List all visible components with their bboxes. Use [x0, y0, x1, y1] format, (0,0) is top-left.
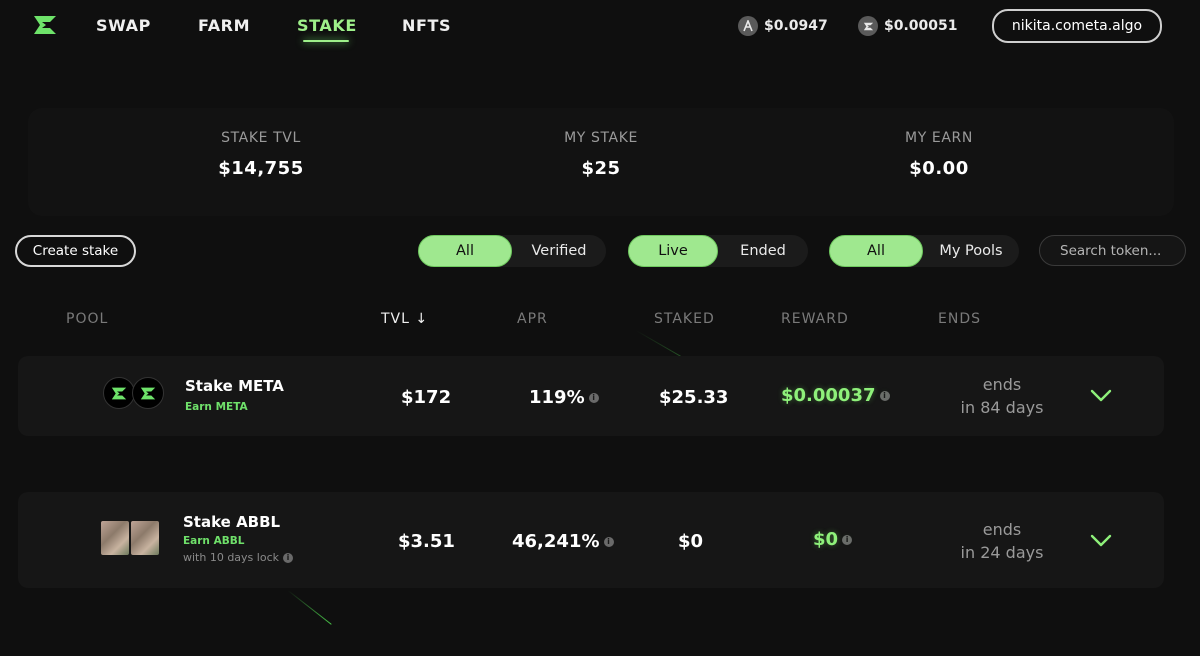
wallet-button[interactable]: nikita.cometa.algo [992, 9, 1162, 43]
stat-label: STAKE TVL [221, 130, 301, 146]
header-pool: POOL [66, 311, 109, 327]
create-stake-button[interactable]: Create stake [15, 235, 136, 267]
nav-active-indicator [303, 40, 349, 42]
stat-label: MY STAKE [564, 130, 638, 146]
meta-token-icon [132, 377, 164, 409]
chevron-down-icon[interactable] [1090, 534, 1112, 548]
algo-price-value: $0.0947 [764, 18, 828, 34]
pool-token-pair [101, 521, 159, 555]
pool-name: Stake META [185, 377, 284, 395]
stat-my-stake: MY STAKE $25 [501, 130, 701, 179]
stat-stake-tvl: STAKE TVL $14,755 [161, 130, 361, 179]
filter-all-tokens[interactable]: All [418, 235, 512, 267]
pool-lock-info: with 10 days lock i [183, 551, 293, 564]
cometa-logo-icon[interactable] [30, 12, 60, 38]
nav-swap[interactable]: SWAP [96, 16, 151, 35]
pool-token-pair [103, 377, 164, 409]
pool-staked: $25.33 [659, 387, 729, 408]
cometa-price: $0.00051 [858, 16, 958, 36]
info-icon[interactable]: i [603, 537, 614, 547]
pool-reward: $0.00037 i [781, 385, 890, 406]
filter-all-pools[interactable]: All [829, 235, 923, 267]
pool-ends-label: ends [982, 375, 1022, 394]
search-input[interactable] [1060, 242, 1180, 259]
info-icon[interactable]: i [588, 393, 599, 403]
pool-earn-token: Earn ABBL [183, 535, 245, 547]
decorative-streak [287, 590, 332, 625]
abbl-token-image [101, 521, 129, 555]
pool-staked: $0 [678, 531, 704, 552]
chevron-down-icon[interactable] [1090, 389, 1112, 403]
info-icon[interactable]: i [879, 391, 890, 401]
header-reward: REWARD [781, 311, 849, 327]
cometa-price-value: $0.00051 [884, 18, 958, 34]
algo-price: $0.0947 [738, 16, 828, 36]
filter-verified[interactable]: Verified [512, 235, 606, 267]
pool-apr: 46,241% i [512, 531, 614, 552]
filter-my-pools[interactable]: My Pools [923, 235, 1019, 267]
verified-filter: All Verified [418, 235, 606, 267]
info-icon[interactable]: i [842, 535, 853, 545]
filter-live[interactable]: Live [628, 235, 718, 267]
pool-reward-value: $0.00037 [781, 385, 876, 406]
abbl-token-image [131, 521, 159, 555]
pool-apr-value: 46,241% [512, 531, 600, 552]
table-row[interactable]: Stake ABBL Earn ABBL with 10 days lock i … [18, 492, 1164, 588]
algo-icon [738, 16, 758, 36]
pool-lock-text: with 10 days lock [183, 551, 279, 564]
table-row[interactable]: Stake META Earn META $172 119% i $25.33 $… [18, 356, 1164, 436]
pool-reward-value: $0 [813, 529, 839, 550]
header-apr: APR [517, 311, 548, 327]
stat-value: $14,755 [218, 158, 304, 179]
pool-ends: ends in 24 days [942, 518, 1062, 564]
pool-reward: $0 i [813, 529, 853, 550]
header-ends: ENDS [938, 311, 981, 327]
pool-tvl: $172 [401, 387, 452, 408]
ownership-filter: All My Pools [829, 235, 1019, 267]
pool-earn-token: Earn META [185, 401, 248, 413]
info-icon[interactable]: i [283, 553, 293, 563]
pool-ends-days: in 24 days [960, 543, 1044, 562]
nav-stake[interactable]: STAKE [297, 16, 357, 35]
header-staked: STAKED [654, 311, 715, 327]
pool-ends-days: in 84 days [960, 398, 1044, 417]
pool-apr: 119% i [529, 387, 599, 408]
stat-my-earn: MY EARN $0.00 [839, 130, 1039, 179]
pool-apr-value: 119% [529, 387, 585, 408]
nav-farm[interactable]: FARM [198, 16, 250, 35]
meta-token-icon [103, 377, 135, 409]
search-box [1039, 235, 1186, 266]
filter-ended[interactable]: Ended [718, 235, 808, 267]
cometa-icon [858, 16, 878, 36]
header-tvl-sort[interactable]: TVL ↓ [381, 311, 428, 327]
pool-tvl: $3.51 [398, 531, 455, 552]
stat-value: $0.00 [909, 158, 969, 179]
pool-ends-label: ends [982, 520, 1022, 539]
pool-ends: ends in 84 days [942, 373, 1062, 419]
nav-nfts[interactable]: NFTS [402, 16, 451, 35]
pool-name: Stake ABBL [183, 513, 281, 531]
stats-card: STAKE TVL $14,755 MY STAKE $25 MY EARN $… [28, 108, 1174, 216]
status-filter: Live Ended [628, 235, 808, 267]
stat-label: MY EARN [905, 130, 973, 146]
stat-value: $25 [581, 158, 621, 179]
